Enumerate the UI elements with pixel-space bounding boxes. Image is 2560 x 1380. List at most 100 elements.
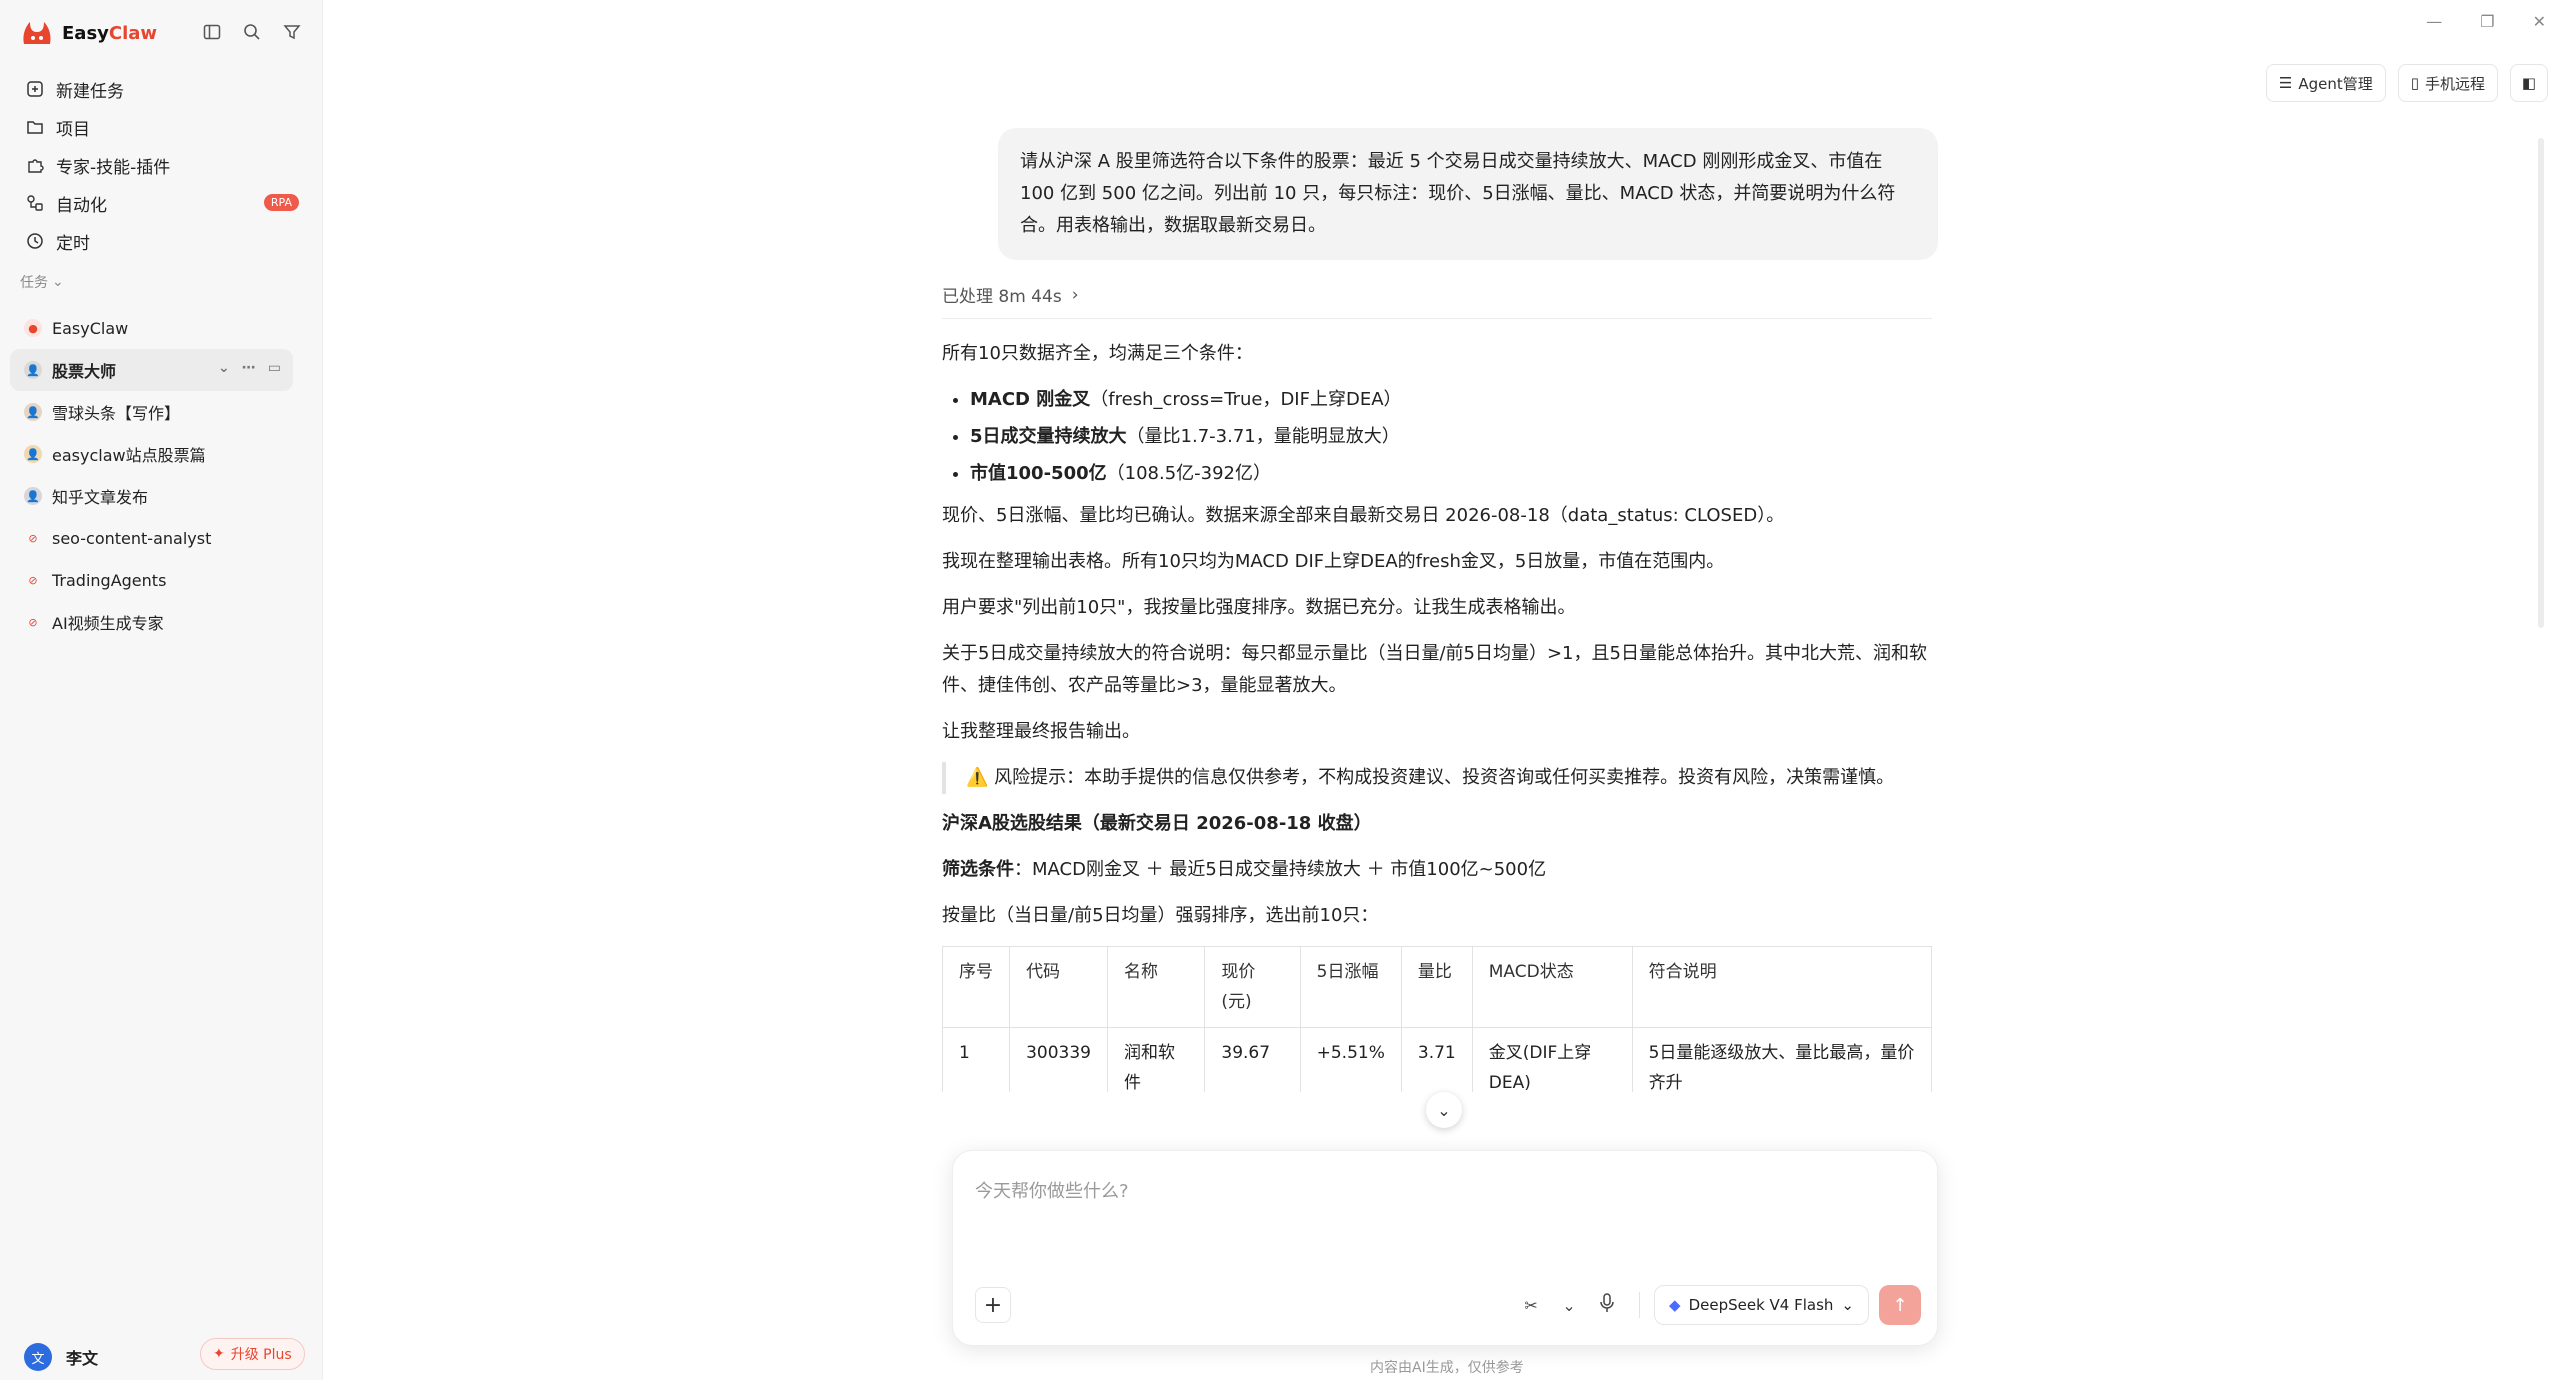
- processed-toggle[interactable]: 已处理 8m 44s ›: [942, 282, 1079, 308]
- column-header: 量比: [1400, 946, 1473, 1028]
- ai-disclaimer: 内容由AI生成，仅供参考: [1370, 1360, 1524, 1376]
- chevron-down-icon[interactable]: ⌄: [218, 360, 230, 376]
- table-cell: 1: [942, 1027, 1011, 1092]
- column-header: 符合说明: [1631, 946, 1932, 1028]
- table-row: 1 300339 润和软件 39.67 +5.51% 3.71 金叉(DIF上穿…: [942, 1027, 1932, 1092]
- nav-label: 专家-技能-插件: [56, 157, 171, 178]
- column-header: 名称: [1106, 946, 1206, 1028]
- plus-icon: +: [983, 1292, 1003, 1318]
- divider: [942, 318, 1932, 319]
- new-task-icon: [24, 78, 46, 100]
- task-item[interactable]: 👤 知乎文章发布: [10, 475, 293, 517]
- sparkle-icon: ✦: [213, 1346, 225, 1362]
- claw-avatar-icon: ●: [24, 319, 42, 337]
- collapse-sidebar-icon[interactable]: [200, 20, 224, 44]
- composer: 今天帮你做些什么? + ✂ ⌄ ◆ DeepSeek V4 Flash ⌄ ↑: [952, 1150, 1938, 1346]
- task-item[interactable]: 👤 雪球头条【写作】: [10, 391, 293, 433]
- task-label: 股票大师: [52, 362, 117, 381]
- table-cell: 39.67: [1204, 1027, 1301, 1092]
- chat-icon[interactable]: ▭: [268, 360, 281, 376]
- nav-label: 项目: [56, 119, 90, 140]
- toggle-panel-button[interactable]: ◧: [2510, 64, 2548, 102]
- message-input[interactable]: 今天帮你做些什么?: [975, 1177, 1129, 1203]
- add-attachment-button[interactable]: +: [975, 1287, 1011, 1323]
- tools-button[interactable]: ✂: [1513, 1286, 1549, 1324]
- table-cell: 300339: [1009, 1027, 1108, 1092]
- send-button[interactable]: ↑: [1879, 1285, 1921, 1325]
- more-icon[interactable]: ⋯: [242, 360, 256, 376]
- expert-avatar-icon: 👤: [24, 403, 42, 421]
- result-table-wrapper: 序号 代码 名称 现价(元) 5日涨幅 量比 MACD状态 符合说明 1 300…: [942, 946, 1932, 1092]
- warning-text: 风险提示：本助手提供的信息仅供参考，不构成投资建议、投资咨询或任何买卖推荐。投资…: [994, 767, 1895, 788]
- table-cell: 5日量能逐级放大、量比最高，量价齐升: [1631, 1027, 1932, 1092]
- column-header: MACD状态: [1471, 946, 1633, 1028]
- task-item[interactable]: ⊘ AI视频生成专家: [10, 601, 293, 643]
- task-item[interactable]: ● EasyClaw: [10, 307, 293, 349]
- column-header: 序号: [942, 946, 1011, 1028]
- section-label: 任务: [20, 275, 48, 291]
- table-cell: 3.71: [1400, 1027, 1473, 1092]
- brand[interactable]: EasyClaw: [20, 18, 157, 48]
- phone-remote-button[interactable]: ▯ 手机远程: [2397, 64, 2498, 102]
- task-list: ● EasyClaw 👤 股票大师 ⌄ ⋯ ▭ 👤 雪球头条【写作】 👤 eas…: [10, 307, 293, 643]
- voice-input-button[interactable]: [1589, 1286, 1625, 1324]
- column-header: 代码: [1009, 946, 1108, 1028]
- nav-scheduled[interactable]: 定时: [14, 222, 309, 260]
- nav-projects[interactable]: 项目: [14, 108, 309, 146]
- puzzle-icon: [24, 154, 46, 176]
- divider: [1639, 1292, 1641, 1318]
- criteria-list: MACD 刚金叉（fresh_cross=True，DIF上穿DEA） 5日成交…: [970, 384, 1932, 490]
- table-cell: 金叉(DIF上穿DEA): [1471, 1027, 1633, 1092]
- task-label: 雪球头条【写作】: [52, 404, 181, 423]
- table-header-row: 序号 代码 名称 现价(元) 5日涨幅 量比 MACD状态 符合说明: [942, 946, 1932, 1028]
- list-item: MACD 刚金叉（fresh_cross=True，DIF上穿DEA）: [970, 384, 1932, 416]
- table-cell: 润和软件: [1106, 1027, 1206, 1092]
- paragraph: 让我整理最终报告输出。: [942, 721, 1140, 742]
- task-item[interactable]: 👤 easyclaw站点股票篇: [10, 433, 293, 475]
- nav-label: 自动化: [56, 195, 107, 216]
- intro-text: 所有10只数据齐全，均满足三个条件：: [942, 343, 1253, 364]
- task-label: seo-content-analyst: [52, 528, 212, 548]
- nav-automation[interactable]: 自动化 RPA: [14, 184, 309, 222]
- task-item[interactable]: ⊘ TradingAgents: [10, 559, 293, 601]
- nav-new-task[interactable]: 新建任务: [14, 70, 309, 108]
- chevron-down-icon: ⌄: [52, 274, 64, 290]
- upgrade-label: 升级 Plus: [230, 1347, 292, 1363]
- avatar: 文: [24, 1343, 52, 1371]
- filter-icon[interactable]: [280, 20, 304, 44]
- close-icon[interactable]: ✕: [2533, 12, 2546, 31]
- user-message: 请从沪深 A 股里筛选符合以下条件的股票：最近 5 个交易日成交量持续放大、MA…: [998, 128, 1938, 260]
- restore-icon[interactable]: ❐: [2480, 12, 2494, 31]
- automation-icon: [24, 192, 46, 214]
- task-label: easyclaw站点股票篇: [52, 446, 206, 465]
- nav-label: 新建任务: [56, 81, 124, 102]
- user-profile[interactable]: 文 李文: [24, 1342, 98, 1372]
- main-nav: 新建任务 项目 专家-技能-插件 自动化 RPA 定时: [14, 70, 309, 260]
- paragraph: 现价、5日涨幅、量比均已确认。数据来源全部来自最新交易日 2026-08-18（…: [942, 505, 1785, 526]
- microphone-icon: [1599, 1293, 1615, 1317]
- minimize-icon[interactable]: —: [2426, 12, 2442, 31]
- model-selector[interactable]: ◆ DeepSeek V4 Flash ⌄: [1654, 1285, 1869, 1325]
- paragraph: 关于5日成交量持续放大的符合说明：每只都显示量比（当日量/前5日均量）>1，且5…: [942, 643, 1927, 696]
- tasks-section-toggle[interactable]: 任务 ⌄: [20, 272, 64, 292]
- tools-dropdown[interactable]: ⌄: [1559, 1286, 1579, 1324]
- nav-experts-skills-plugins[interactable]: 专家-技能-插件: [14, 146, 309, 184]
- search-icon[interactable]: [240, 20, 264, 44]
- expert-avatar-icon: 👤: [24, 361, 42, 379]
- risk-warning: ⚠️ 风险提示：本助手提供的信息仅供参考，不构成投资建议、投资咨询或任何买卖推荐…: [942, 762, 1932, 794]
- skill-icon: ⊘: [28, 573, 38, 587]
- deepseek-logo-icon: ◆: [1669, 1296, 1681, 1314]
- upgrade-plus-button[interactable]: ✦ 升级 Plus: [200, 1338, 305, 1370]
- scroll-to-bottom-button[interactable]: ⌄: [1426, 1092, 1462, 1128]
- window-controls: — ❐ ✕: [2426, 12, 2546, 31]
- task-label: TradingAgents: [52, 570, 167, 590]
- scissors-icon: ✂: [1524, 1295, 1538, 1315]
- agent-manage-button[interactable]: ☰ Agent管理: [2265, 64, 2386, 102]
- scrollbar[interactable]: [2538, 138, 2544, 628]
- model-label: DeepSeek V4 Flash: [1688, 1296, 1834, 1314]
- task-label: EasyClaw: [52, 318, 129, 338]
- task-item-active[interactable]: 👤 股票大师 ⌄ ⋯ ▭: [10, 349, 293, 391]
- clock-icon: [24, 230, 46, 252]
- task-item[interactable]: ⊘ seo-content-analyst: [10, 517, 293, 559]
- processed-label: 已处理 8m 44s: [942, 287, 1062, 307]
